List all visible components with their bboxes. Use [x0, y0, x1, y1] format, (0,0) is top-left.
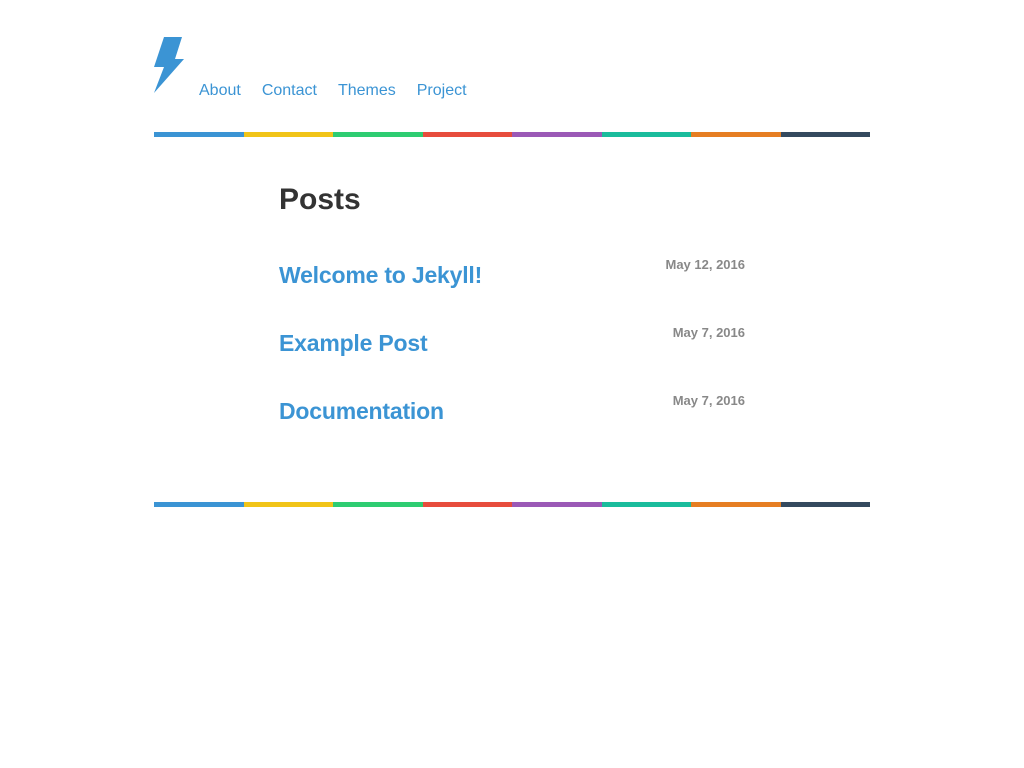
rainbow-segment — [780, 132, 870, 137]
rainbow-segment — [601, 132, 691, 137]
rainbow-segment — [512, 132, 602, 137]
nav-link-project[interactable]: Project — [417, 82, 467, 100]
post-date: May 12, 2016 — [665, 257, 745, 272]
rainbow-segment — [154, 502, 244, 507]
post-title-link[interactable]: Documentation — [279, 396, 444, 426]
rainbow-segment — [243, 502, 333, 507]
rainbow-segment — [422, 132, 512, 137]
rainbow-divider-bottom — [154, 502, 870, 507]
post-item: Documentation May 7, 2016 — [279, 393, 745, 436]
rainbow-segment — [154, 132, 244, 137]
post-title-link[interactable]: Example Post — [279, 328, 428, 358]
rainbow-segment — [422, 502, 512, 507]
rainbow-segment — [243, 132, 333, 137]
post-date: May 7, 2016 — [672, 393, 745, 408]
rainbow-segment — [333, 132, 423, 137]
rainbow-segment — [691, 132, 781, 137]
nav-link-about[interactable]: About — [199, 82, 241, 100]
lightning-bolt-icon[interactable] — [154, 37, 184, 93]
page-title: Posts — [279, 183, 361, 216]
rainbow-segment — [691, 502, 781, 507]
main-nav: About Contact Themes Project — [199, 82, 488, 100]
post-item: Welcome to Jekyll! May 12, 2016 — [279, 257, 745, 300]
nav-link-contact[interactable]: Contact — [262, 82, 317, 100]
post-title-link[interactable]: Welcome to Jekyll! — [279, 260, 482, 290]
main-content: Posts Welcome to Jekyll! May 12, 2016 Ex… — [279, 180, 745, 424]
rainbow-segment — [780, 502, 870, 507]
rainbow-segment — [601, 502, 691, 507]
nav-link-themes[interactable]: Themes — [338, 82, 396, 100]
rainbow-divider-top — [154, 132, 870, 137]
post-item: Example Post May 7, 2016 — [279, 325, 745, 368]
post-date: May 7, 2016 — [672, 325, 745, 340]
rainbow-segment — [333, 502, 423, 507]
rainbow-segment — [512, 502, 602, 507]
